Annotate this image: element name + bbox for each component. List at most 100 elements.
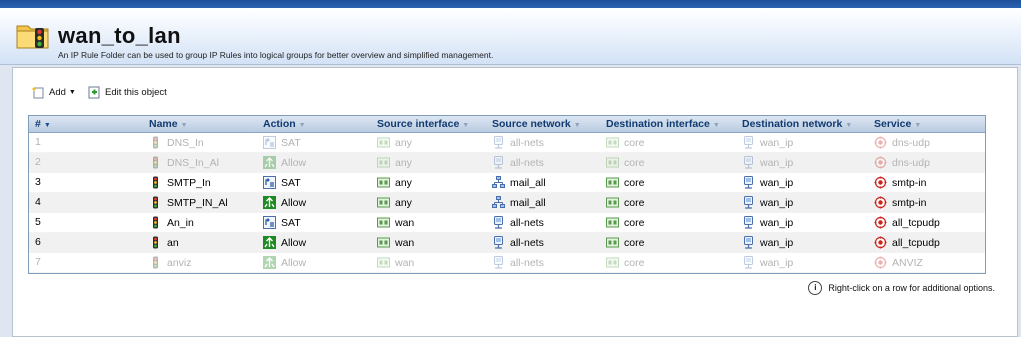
cell-action-text: Allow [281,256,307,269]
chevron-down-icon: ▼ [68,88,76,96]
table-row[interactable]: 2 DNS_In_Al Allow any all-nets core wan_ip dns-… [29,153,985,173]
traffic-light-icon [153,216,158,229]
cell-action-text: Allow [281,196,307,209]
cell-source-interface-text: any [395,136,412,149]
column-header-source-network[interactable]: Source network ▼ [492,118,581,130]
column-header-destination-network[interactable]: Destination network ▼ [742,118,852,130]
column-header-name[interactable]: Name ▼ [149,118,188,130]
network-object-icon [494,216,503,229]
cell-action: SAT [263,216,301,229]
interface-icon [377,197,390,208]
add-button[interactable]: Add ▼ [31,85,76,99]
cell-num: 7 [35,256,41,268]
allow-icon [263,256,276,269]
column-header-num[interactable]: # ▼ [35,118,51,130]
cell-action: Allow [263,156,306,169]
cell-service: smtp-in [874,196,926,209]
network-object-icon [744,176,753,189]
cell-num-text: 2 [35,156,41,168]
service-icon [874,196,887,209]
interface-icon [606,197,619,208]
column-header-action[interactable]: Action ▼ [263,118,306,130]
cell-destination-network: wan_ip [742,256,793,269]
service-icon [874,236,887,249]
cell-name: anviz [149,256,192,269]
interface-icon [606,217,619,228]
table-row[interactable]: 6 an Allow wan all-nets core wan_ip all_tcpudp [29,233,985,253]
column-header-destination-interface[interactable]: Destination interface ▼ [606,118,720,130]
cell-service-text: ANVIZ [892,256,923,269]
service-icon [874,176,887,189]
sort-icon: ▼ [462,122,470,129]
add-label: Add [49,86,66,98]
cell-service-text: dns-udp [892,156,930,169]
cell-num-text: 1 [35,136,41,148]
cell-num-text: 5 [35,216,41,228]
cell-destination-interface-text: core [624,136,645,149]
cell-destination-interface: core [606,176,644,189]
cell-name: SMTP_IN_Al [149,196,228,209]
sort-icon: ▼ [298,122,306,129]
cell-source-network: all-nets [492,236,544,249]
allow-icon [263,236,276,249]
sort-icon: ▼ [712,122,720,129]
table-row[interactable]: 7 anviz Allow wan all-nets core wan_ip ANVIZ [29,253,985,273]
traffic-light-icon [153,156,158,169]
cell-service: all_tcpudp [874,216,940,229]
table-row[interactable]: 4 SMTP_IN_Al Allow any mail_all core wan_ip smt… [29,193,985,213]
interface-icon [606,257,619,268]
cell-num: 3 [35,176,41,188]
sat-icon [263,136,276,149]
cell-source-interface-text: wan [395,216,415,229]
cell-source-interface: any [377,196,412,209]
info-icon: i [808,281,823,295]
cell-destination-network-text: wan_ip [760,136,794,149]
cell-destination-network-text: wan_ip [760,216,794,229]
cell-action: Allow [263,256,306,269]
network-object-icon [494,136,503,149]
cell-service: smtp-in [874,176,926,189]
table-row[interactable]: 5 An_in SAT wan all-nets core wan_ip all_tcpudp [29,213,985,233]
cell-action: Allow [263,196,306,209]
cell-name: DNS_In [149,136,204,149]
interface-icon [377,217,390,228]
table-body: 1 DNS_In SAT any all-nets core wan_ip dns-udp 2 D… [29,133,985,273]
cell-name-text: An_in [167,216,194,229]
column-header-source-interface[interactable]: Source interface ▼ [377,118,469,130]
cell-source-network-text: all-nets [510,156,544,169]
cell-source-interface-text: wan [395,256,415,269]
cell-service-text: dns-udp [892,136,930,149]
traffic-light-icon [153,136,158,149]
network-object-icon [744,196,753,209]
cell-action-text: Allow [281,156,307,169]
page-title: wan_to_lan [58,23,181,48]
cell-destination-interface: core [606,136,644,149]
cell-destination-interface-text: core [624,156,645,169]
cell-destination-network: wan_ip [742,156,793,169]
table-row[interactable]: 3 SMTP_In SAT any mail_all core wan_ip smtp-in [29,173,985,193]
table-row[interactable]: 1 DNS_In SAT any all-nets core wan_ip dns-udp [29,133,985,153]
network-object-icon [744,216,753,229]
interface-icon [377,157,390,168]
cell-destination-interface: core [606,196,644,209]
edit-object-button[interactable]: Edit this object [87,85,167,99]
cell-service: ANVIZ [874,256,923,269]
column-header-service[interactable]: Service ▼ [874,118,921,130]
cell-source-interface: any [377,136,412,149]
cell-source-interface-text: any [395,156,412,169]
sort-icon: ▼ [845,122,853,129]
cell-destination-network: wan_ip [742,176,793,189]
cell-num-text: 7 [35,256,41,268]
edit-object-label: Edit this object [105,86,167,98]
edit-object-icon [88,86,100,99]
cell-name: SMTP_In [149,176,211,189]
cell-source-interface: any [377,156,412,169]
sort-icon: ▼ [573,122,581,129]
traffic-light-icon [153,256,158,269]
cell-destination-network: wan_ip [742,216,793,229]
cell-name-text: DNS_In_Al [167,156,219,169]
cell-source-interface: any [377,176,412,189]
cell-destination-interface: core [606,236,644,249]
sat-icon [263,216,276,229]
cell-action-text: SAT [281,216,301,229]
